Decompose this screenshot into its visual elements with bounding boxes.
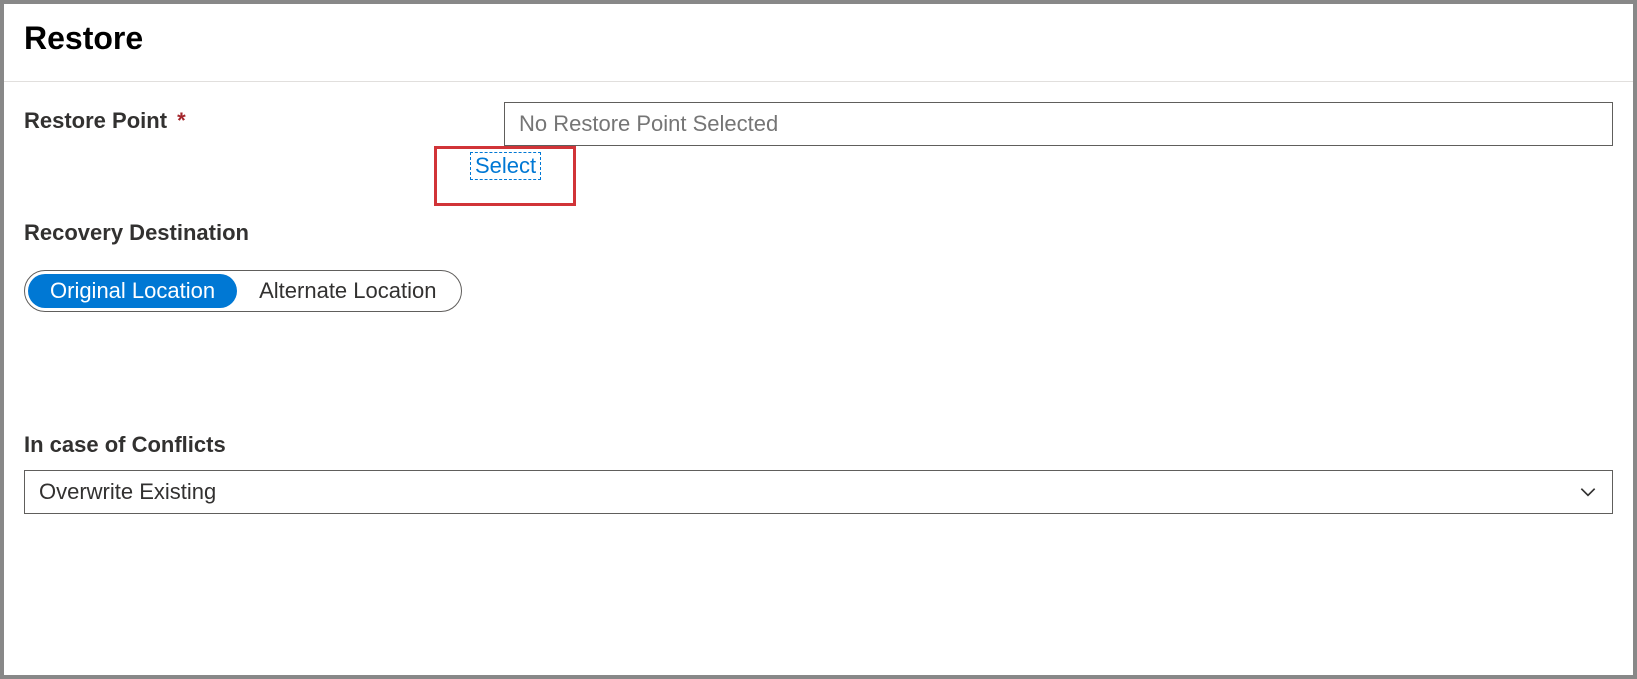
restore-point-input[interactable]	[504, 102, 1613, 146]
conflicts-dropdown-value: Overwrite Existing	[39, 479, 216, 505]
select-restore-point-link[interactable]: Select	[470, 152, 541, 180]
restore-panel: Restore Restore Point * Select Recovery …	[0, 0, 1637, 679]
restore-point-label: Restore Point *	[24, 102, 504, 134]
recovery-destination-label: Recovery Destination	[24, 220, 1613, 246]
conflicts-label: In case of Conflicts	[24, 432, 1613, 458]
recovery-destination-toggle: Original Location Alternate Location	[24, 270, 462, 312]
restore-point-control: Select	[504, 102, 1613, 180]
restore-point-row: Restore Point * Select	[24, 102, 1613, 180]
required-asterisk: *	[177, 108, 186, 133]
conflicts-dropdown[interactable]: Overwrite Existing	[24, 470, 1613, 514]
panel-header: Restore	[4, 4, 1633, 82]
panel-body: Restore Point * Select Recovery Destinat…	[4, 82, 1633, 534]
restore-point-label-text: Restore Point	[24, 108, 167, 133]
chevron-down-icon	[1578, 482, 1598, 502]
panel-title: Restore	[24, 20, 1613, 57]
conflicts-section: In case of Conflicts Overwrite Existing	[24, 432, 1613, 514]
select-link-wrapper: Select	[470, 152, 541, 180]
original-location-option[interactable]: Original Location	[28, 274, 237, 308]
alternate-location-option[interactable]: Alternate Location	[237, 274, 458, 308]
